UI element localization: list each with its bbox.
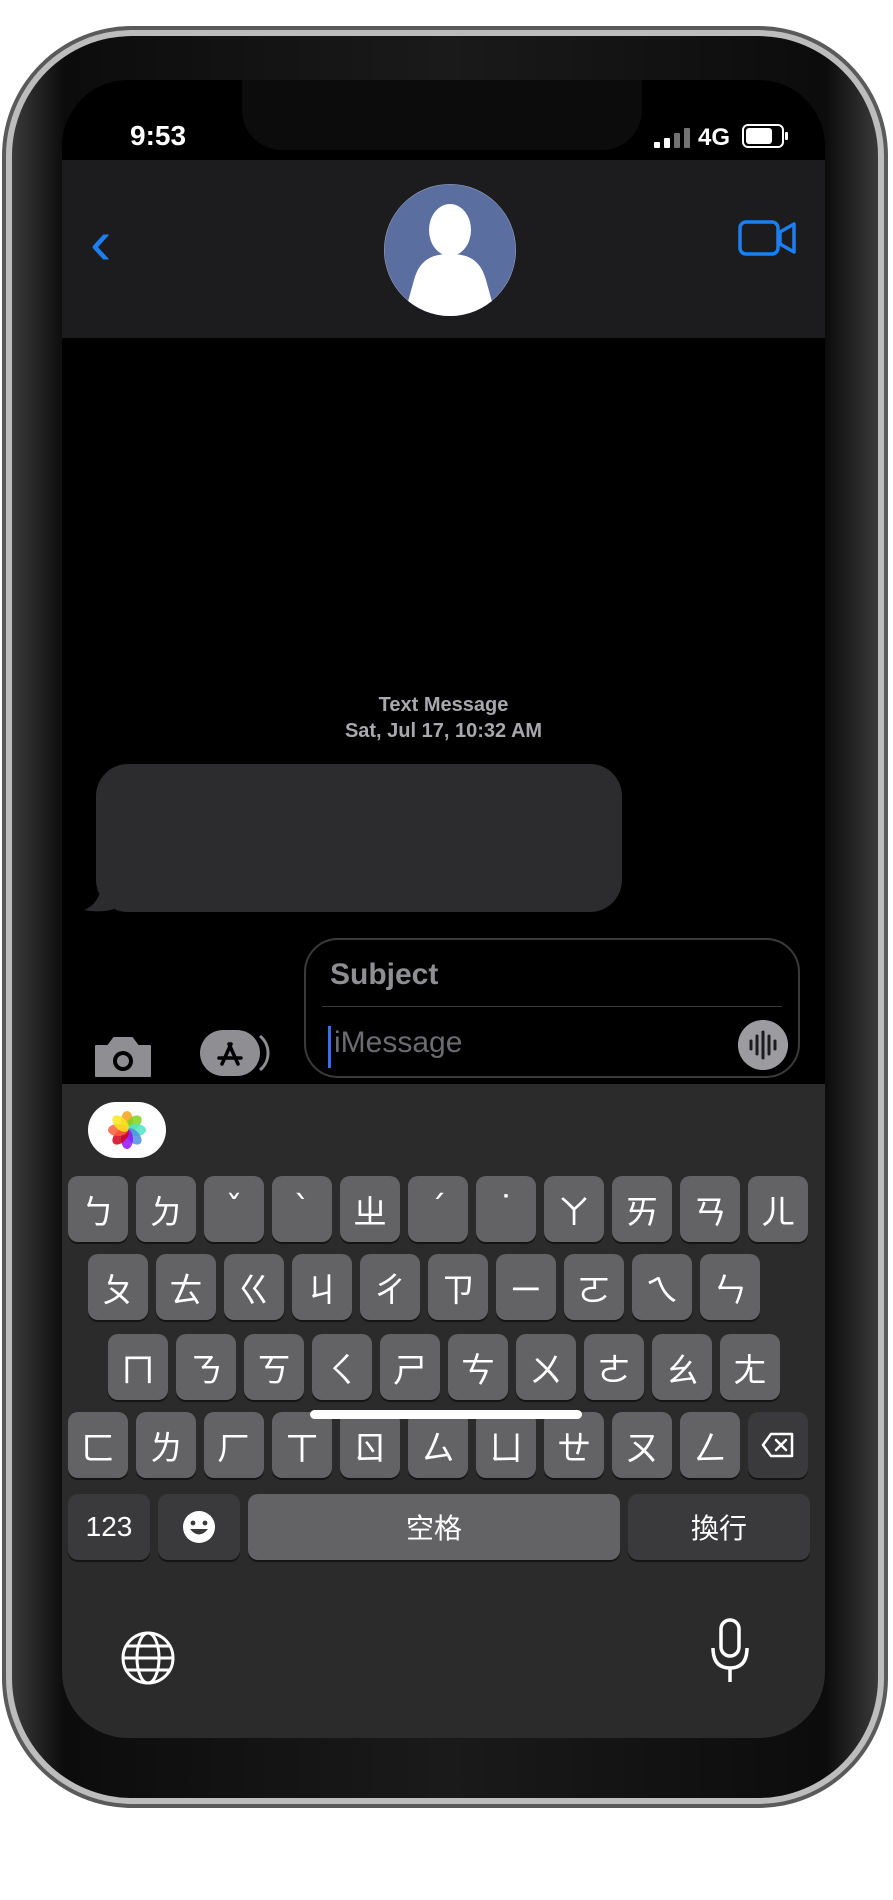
message-date-label: Sat, Jul 17, 10:32 AM <box>344 720 543 742</box>
contact-avatar[interactable] <box>384 184 516 316</box>
key-row4-2[interactable]: ㄏ <box>204 1412 264 1478</box>
battery-icon <box>742 124 788 148</box>
compose-divider <box>322 1006 782 1007</box>
key-row1-2[interactable]: ˇ <box>204 1176 264 1242</box>
numbers-key[interactable]: 123 <box>68 1494 150 1560</box>
key-row1-1[interactable]: ㄉ <box>136 1176 196 1242</box>
key-row3-8[interactable]: ㄠ <box>652 1334 712 1400</box>
audio-waveform-icon[interactable] <box>738 1020 788 1070</box>
key-row2-4[interactable]: ㄔ <box>360 1254 420 1320</box>
emoji-key[interactable] <box>158 1494 240 1560</box>
key-row4-6[interactable]: ㄩ <box>476 1412 536 1478</box>
message-service-label: Text Message <box>378 694 509 716</box>
key-row4-8[interactable]: ㄡ <box>612 1412 672 1478</box>
key-row4-4[interactable]: ㄖ <box>340 1412 400 1478</box>
back-chevron-icon[interactable]: ‹ <box>90 210 111 274</box>
camera-icon[interactable] <box>92 1034 154 1080</box>
signal-icon <box>654 126 690 148</box>
key-row4-1[interactable]: ㄌ <box>136 1412 196 1478</box>
key-row3-0[interactable]: ㄇ <box>108 1334 168 1400</box>
message-input[interactable]: iMessage <box>334 1026 462 1060</box>
incoming-message-bubble[interactable] <box>96 764 622 912</box>
bubble-tail <box>84 884 116 912</box>
microphone-icon[interactable] <box>710 1618 750 1684</box>
key-row2-8[interactable]: ㄟ <box>632 1254 692 1320</box>
status-time: 9:53 <box>130 120 187 151</box>
key-row1-8[interactable]: ㄞ <box>612 1176 672 1242</box>
key-row3-6[interactable]: ㄨ <box>516 1334 576 1400</box>
key-row1-4[interactable]: ㄓ <box>340 1176 400 1242</box>
photos-icon <box>108 1111 146 1149</box>
key-row1-9[interactable]: ㄢ <box>680 1176 740 1242</box>
key-row2-6[interactable]: ㄧ <box>496 1254 556 1320</box>
keyboard-row-4: ㄈㄌㄏㄒㄖㄙㄩㄝㄡㄥ <box>68 1412 808 1478</box>
key-row1-6[interactable]: ˙ <box>476 1176 536 1242</box>
home-indicator[interactable] <box>310 1410 582 1419</box>
phone-screen: 9:53 4G ‹ Text Message Sat, Jul 17, 10:3… <box>62 80 825 1738</box>
status-bar: 9:53 4G <box>62 80 825 160</box>
key-row3-1[interactable]: ㄋ <box>176 1334 236 1400</box>
key-row4-7[interactable]: ㄝ <box>544 1412 604 1478</box>
backspace-icon <box>761 1432 794 1458</box>
return-key[interactable]: 換行 <box>628 1494 810 1560</box>
key-row4-0[interactable]: ㄈ <box>68 1412 128 1478</box>
key-row3-9[interactable]: ㄤ <box>720 1334 780 1400</box>
key-row2-1[interactable]: ㄊ <box>156 1254 216 1320</box>
person-silhouette-icon <box>384 184 516 316</box>
key-row1-0[interactable]: ㄅ <box>68 1176 128 1242</box>
key-row2-5[interactable]: ㄗ <box>428 1254 488 1320</box>
message-compose-field[interactable]: Subject iMessage <box>304 938 800 1078</box>
key-row4-9[interactable]: ㄥ <box>680 1412 740 1478</box>
key-row2-7[interactable]: ㄛ <box>564 1254 624 1320</box>
key-row1-5[interactable]: ˊ <box>408 1176 468 1242</box>
space-key[interactable]: 空格 <box>248 1494 620 1560</box>
globe-icon[interactable] <box>120 1630 176 1686</box>
keyboard-bottom-row: 123 空格 換行 <box>68 1494 810 1560</box>
facetime-video-icon[interactable] <box>738 218 798 258</box>
key-row1-3[interactable]: ˋ <box>272 1176 332 1242</box>
key-row4-3[interactable]: ㄒ <box>272 1412 332 1478</box>
message-timestamp: Text Message Sat, Jul 17, 10:32 AM <box>62 692 825 744</box>
key-row1-7[interactable]: ㄚ <box>544 1176 604 1242</box>
key-row3-4[interactable]: ㄕ <box>380 1334 440 1400</box>
notch <box>242 80 642 150</box>
photos-app-button[interactable] <box>88 1102 166 1158</box>
key-row1-10[interactable]: ㄦ <box>748 1176 808 1242</box>
key-row3-5[interactable]: ㄘ <box>448 1334 508 1400</box>
backspace-key[interactable] <box>748 1412 808 1478</box>
key-row2-3[interactable]: ㄐ <box>292 1254 352 1320</box>
keyboard-row-1: ㄅㄉ ˇ ˋ ㄓ ˊ ˙ ㄚㄞㄢㄦ <box>68 1176 808 1242</box>
key-row2-2[interactable]: ㄍ <box>224 1254 284 1320</box>
key-row2-0[interactable]: ㄆ <box>88 1254 148 1320</box>
emoji-face-icon <box>183 1511 215 1543</box>
keyboard-row-3: ㄇㄋㄎㄑㄕㄘㄨㄜㄠㄤ <box>108 1334 780 1400</box>
key-row4-5[interactable]: ㄙ <box>408 1412 468 1478</box>
key-row3-2[interactable]: ㄎ <box>244 1334 304 1400</box>
network-label: 4G <box>698 124 731 151</box>
key-row3-3[interactable]: ㄑ <box>312 1334 372 1400</box>
key-row3-7[interactable]: ㄜ <box>584 1334 644 1400</box>
keyboard-row-2: ㄆㄊㄍㄐㄔㄗㄧㄛㄟㄣ <box>88 1254 760 1320</box>
text-cursor <box>328 1026 331 1068</box>
key-row2-9[interactable]: ㄣ <box>700 1254 760 1320</box>
app-store-icon[interactable] <box>198 1028 270 1078</box>
subject-field[interactable]: Subject <box>330 958 438 992</box>
